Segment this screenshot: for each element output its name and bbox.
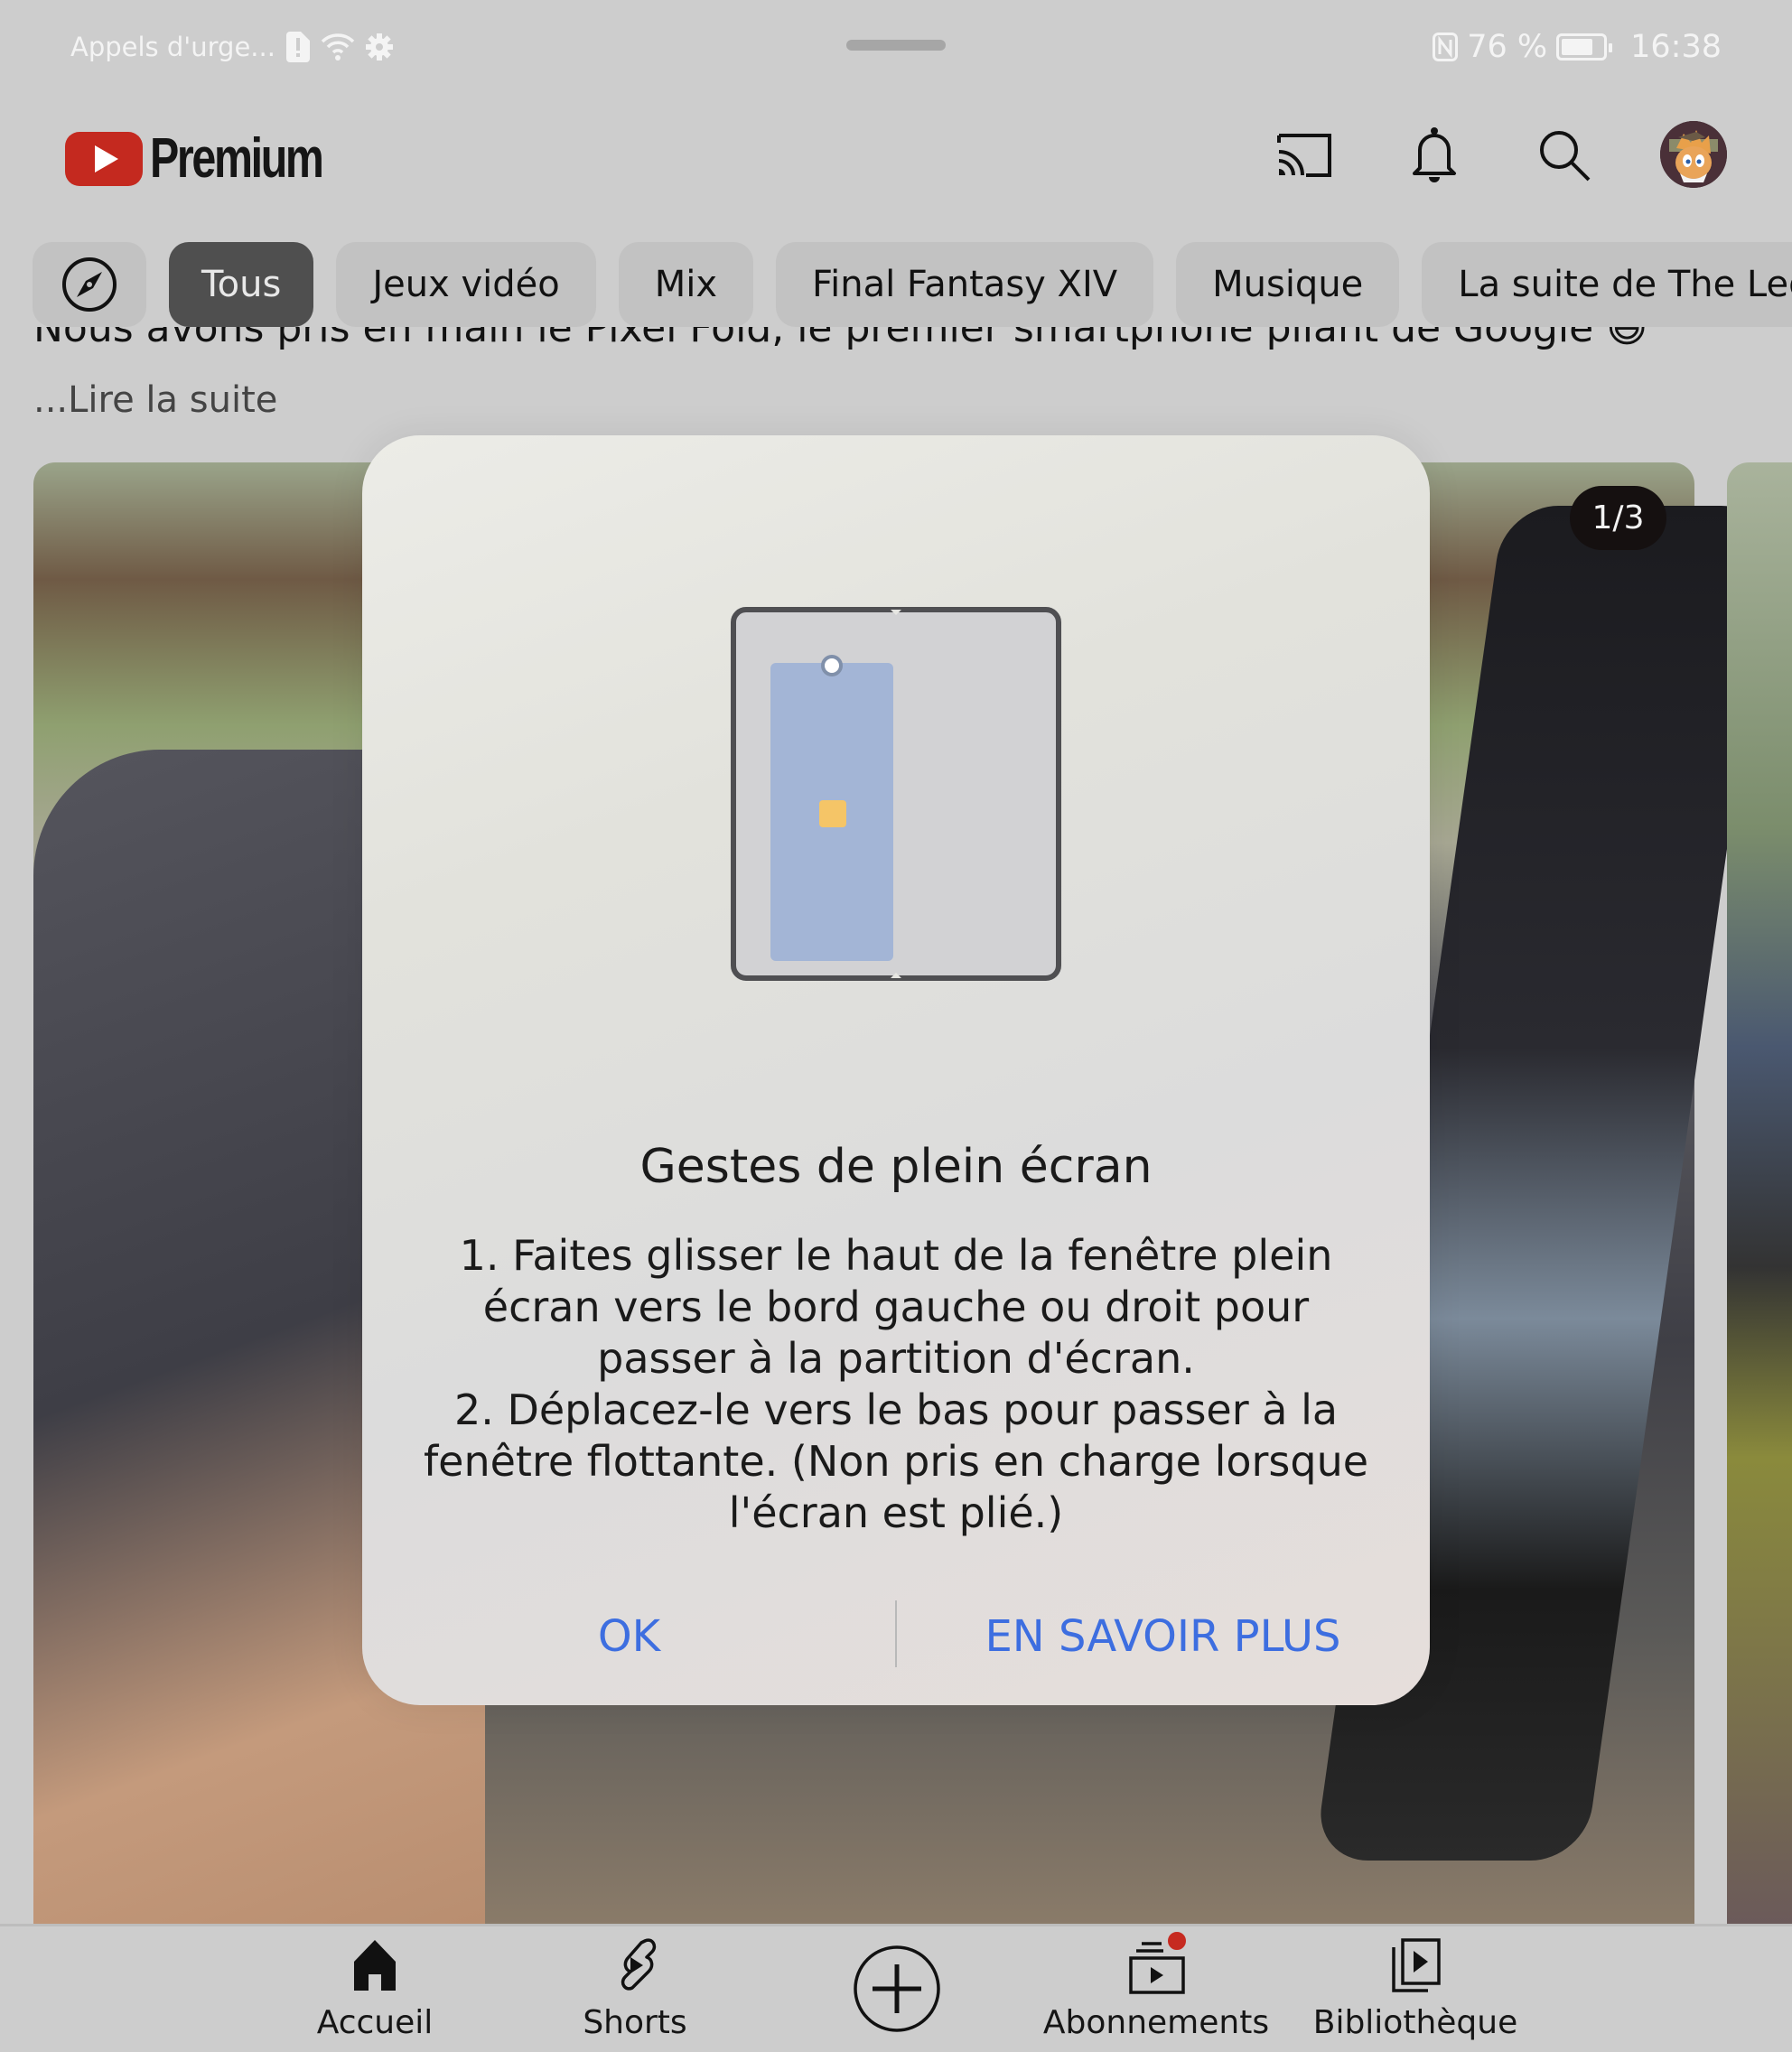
next-post-image[interactable] (1727, 462, 1792, 1926)
side-button (1057, 670, 1061, 715)
subscriptions-icon (1125, 1930, 1188, 1997)
compass-icon (62, 257, 117, 312)
dialog-body: 1. Faites glisser le haut de la fenêtre … (423, 1231, 1369, 1537)
avatar-image (1660, 121, 1727, 188)
shorts-icon (603, 1934, 667, 1997)
wifi-icon (321, 33, 355, 61)
status-bar-left: Appels d'urge... (70, 29, 393, 65)
fullscreen-gestures-dialog: Gestes de plein écran 1. Faites glisser … (362, 435, 1430, 1705)
nav-library[interactable]: Bibliothèque (1289, 1934, 1542, 2051)
chip-explore[interactable] (33, 242, 146, 327)
status-bar-right: 76 % 16:38 (1433, 27, 1722, 67)
nav-home[interactable]: Accueil (248, 1934, 501, 2051)
notifications-button[interactable] (1398, 119, 1470, 191)
post-text-content: Nous avons pris en main le Pixel Fold, l… (33, 327, 1648, 351)
search-icon (1540, 131, 1591, 182)
cast-button[interactable] (1268, 119, 1340, 191)
notification-dot (1166, 1930, 1188, 1952)
logo-text: Premium (150, 127, 324, 190)
chip-jeux-video[interactable]: Jeux vidéo (336, 242, 596, 327)
nav-label-library: Bibliothèque (1312, 2004, 1518, 2041)
nav-create[interactable] (770, 1926, 1023, 2044)
bell-icon (1413, 127, 1456, 182)
nav-label-subscriptions: Abonnements (1042, 2004, 1270, 2041)
search-button[interactable] (1528, 119, 1601, 191)
create-icon (853, 1945, 941, 2037)
avatar[interactable] (1660, 121, 1727, 188)
read-more-link[interactable]: ...Lire la suite (33, 379, 277, 421)
nav-label-home: Accueil (316, 2004, 434, 2041)
learn-more-button[interactable]: EN SAVOIR PLUS (896, 1600, 1430, 1673)
nfc-icon (1433, 33, 1459, 61)
home-icon (343, 1934, 406, 1997)
chip-tous[interactable]: Tous (169, 242, 314, 327)
chip-la-suite[interactable]: La suite de The Leg (1422, 242, 1792, 327)
nav-subscriptions[interactable]: Abonnements (1030, 1930, 1283, 2051)
youtube-premium-logo[interactable]: Premium (65, 126, 370, 191)
chip-musique[interactable]: Musique (1176, 242, 1400, 327)
battery-icon (1556, 33, 1613, 61)
dialog-title: Gestes de plein écran (639, 1140, 1153, 1194)
app-icon (819, 800, 846, 827)
chip-final-fantasy-xiv[interactable]: Final Fantasy XIV (776, 242, 1154, 327)
sim-alert-icon (285, 32, 310, 62)
clock: 16:38 (1630, 29, 1722, 65)
ok-button[interactable]: OK (362, 1600, 896, 1673)
drag-dot (821, 655, 843, 676)
filter-chips-bar: Tous Jeux vidéo Mix Final Fantasy XIV Mu… (33, 242, 1792, 327)
foldable-phone-illustration (731, 607, 1061, 981)
settings-icon (365, 33, 393, 61)
post-text: Nous avons pris en main le Pixel Fold, l… (33, 327, 1786, 363)
library-icon (1384, 1934, 1447, 1997)
chip-mix[interactable]: Mix (618, 242, 754, 327)
nav-shorts[interactable]: Shorts (509, 1934, 761, 2051)
battery-percent: 76 % (1467, 29, 1548, 65)
image-counter-badge: 1/3 (1570, 486, 1666, 550)
youtube-play-icon (65, 131, 143, 186)
emergency-calls-text: Appels d'urge... (70, 32, 275, 62)
cast-icon (1277, 134, 1331, 177)
window-drag-handle[interactable] (846, 40, 946, 51)
nav-label-shorts: Shorts (583, 2004, 687, 2041)
bottom-navigation: Accueil Shorts Abonnements Bibliothèque (0, 1924, 1792, 2052)
